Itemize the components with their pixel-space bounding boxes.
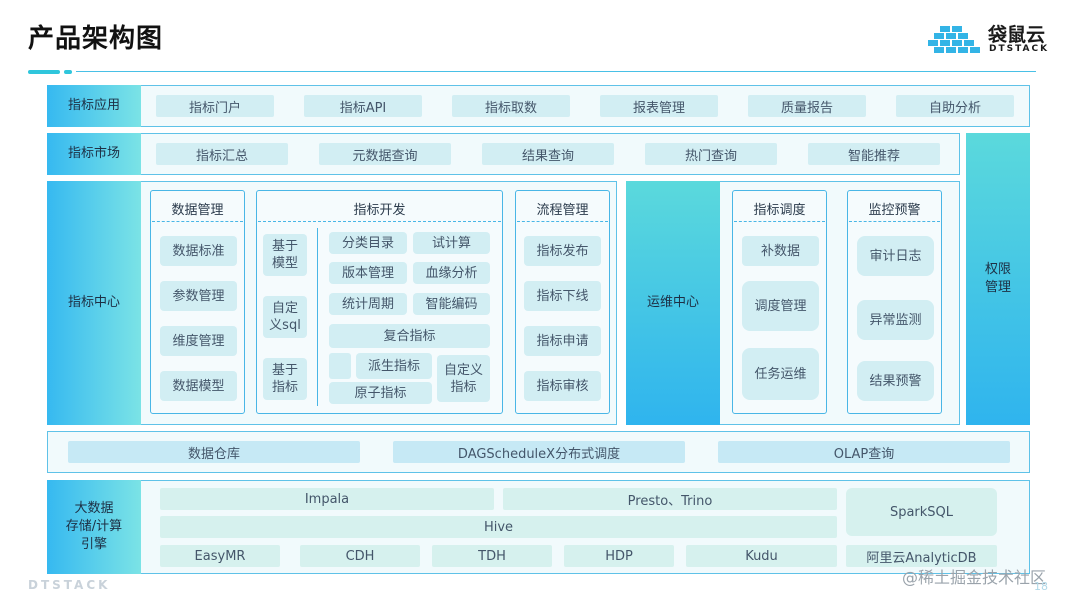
monitor-alert-title: 监控预警 [868, 203, 921, 218]
row-label-indicator-app: 指标应用 [47, 85, 141, 127]
dev-grid-item: 试计算 [413, 232, 490, 254]
monitor-item: 审计日志 [857, 236, 934, 276]
title-accent-bar [28, 70, 60, 74]
app-item: 指标取数 [452, 95, 570, 117]
engine-bottom-item: CDH [300, 545, 420, 567]
dev-source-item: 基于 指标 [263, 358, 307, 400]
divider [317, 228, 318, 406]
dev-source-item: 自定 义sql [263, 296, 307, 338]
schedule-item: 补数据 [742, 236, 819, 266]
atomic-indicator: 原子指标 [329, 382, 432, 404]
data-management-title: 数据管理 [171, 203, 224, 218]
data-mgmt-item: 数据模型 [160, 371, 237, 401]
market-item: 指标汇总 [156, 143, 288, 165]
app-item: 报表管理 [600, 95, 718, 117]
watermark: @稀土掘金技术社区 [902, 568, 1047, 587]
engine-impala: Impala [160, 488, 494, 510]
indicator-schedule-title: 指标调度 [753, 203, 806, 218]
logo-text-cn: 袋鼠云 [988, 24, 1046, 46]
title-divider [76, 71, 1036, 72]
infra-item: OLAP查询 [718, 441, 1010, 463]
divider [849, 221, 940, 222]
engine-bottom-item: Kudu [686, 545, 837, 567]
process-management-title: 流程管理 [536, 203, 589, 218]
dev-grid-item: 统计周期 [329, 293, 407, 315]
app-item: 指标门户 [156, 95, 274, 117]
data-mgmt-item: 维度管理 [160, 326, 237, 356]
ops-center-label-panel: 运维中心 [626, 181, 720, 425]
market-item: 结果查询 [482, 143, 614, 165]
engine-hive: Hive [160, 516, 837, 538]
process-item: 指标下线 [524, 281, 601, 311]
engine-bottom-item: EasyMR [160, 545, 280, 567]
process-item: 指标发布 [524, 236, 601, 266]
engine-bottom-item: HDP [564, 545, 674, 567]
dev-grid-item: 智能编码 [413, 293, 490, 315]
process-item: 指标审核 [524, 371, 601, 401]
row-label-indicator-market: 指标市场 [47, 133, 141, 175]
schedule-item: 任务运维 [742, 348, 819, 400]
infra-item: 数据仓库 [68, 441, 360, 463]
engine-sparksql: SparkSQL [846, 488, 997, 536]
process-item: 指标申请 [524, 326, 601, 356]
permission-management-panel: 权限 管理 [966, 133, 1030, 425]
footer-logo: DTSTACK [28, 578, 111, 592]
engine-label: 大数据 存储/计算 引擎 [65, 501, 123, 552]
dev-source-item: 基于 模型 [263, 234, 307, 276]
divider [517, 221, 608, 222]
composite-indicator: 复合指标 [329, 324, 490, 348]
market-item: 智能推荐 [808, 143, 940, 165]
ops-center-label: 运维中心 [646, 295, 699, 310]
monitor-item: 结果预警 [857, 361, 934, 401]
data-mgmt-item: 数据标准 [160, 236, 237, 266]
divider [258, 221, 501, 222]
monitor-item: 异常监测 [857, 300, 934, 340]
market-item: 元数据查询 [319, 143, 451, 165]
divider [152, 221, 243, 222]
logo-text-en: DTSTACK [989, 44, 1050, 54]
app-item: 指标API [304, 95, 422, 117]
market-item: 热门查询 [645, 143, 777, 165]
engine-bottom-item: TDH [432, 545, 552, 567]
title-accent-dot [64, 70, 72, 74]
page-number: 18 [1034, 580, 1048, 593]
dev-grid-item: 分类目录 [329, 232, 407, 254]
row-label-indicator-center: 指标中心 [47, 181, 141, 425]
engine-presto: Presto、Trino [503, 488, 837, 510]
custom-indicator: 自定义 指标 [437, 355, 490, 402]
dev-grid-item: 版本管理 [329, 262, 407, 284]
divider [734, 221, 825, 222]
schedule-item: 调度管理 [742, 281, 819, 331]
indicator-dev-title: 指标开发 [353, 203, 406, 218]
infra-item: DAGScheduleX分布式调度 [393, 441, 685, 463]
app-item: 自助分析 [896, 95, 1014, 117]
dev-grid-item: 血缘分析 [413, 262, 490, 284]
permission-management-label: 权限 管理 [984, 262, 1011, 295]
derived-connector [329, 353, 351, 379]
derived-indicator: 派生指标 [356, 353, 432, 379]
page-title: 产品架构图 [28, 24, 164, 54]
logo-cloud-icon [928, 26, 980, 53]
app-item: 质量报告 [748, 95, 866, 117]
data-mgmt-item: 参数管理 [160, 281, 237, 311]
row-label-engine: 大数据 存储/计算 引擎 [47, 480, 141, 574]
